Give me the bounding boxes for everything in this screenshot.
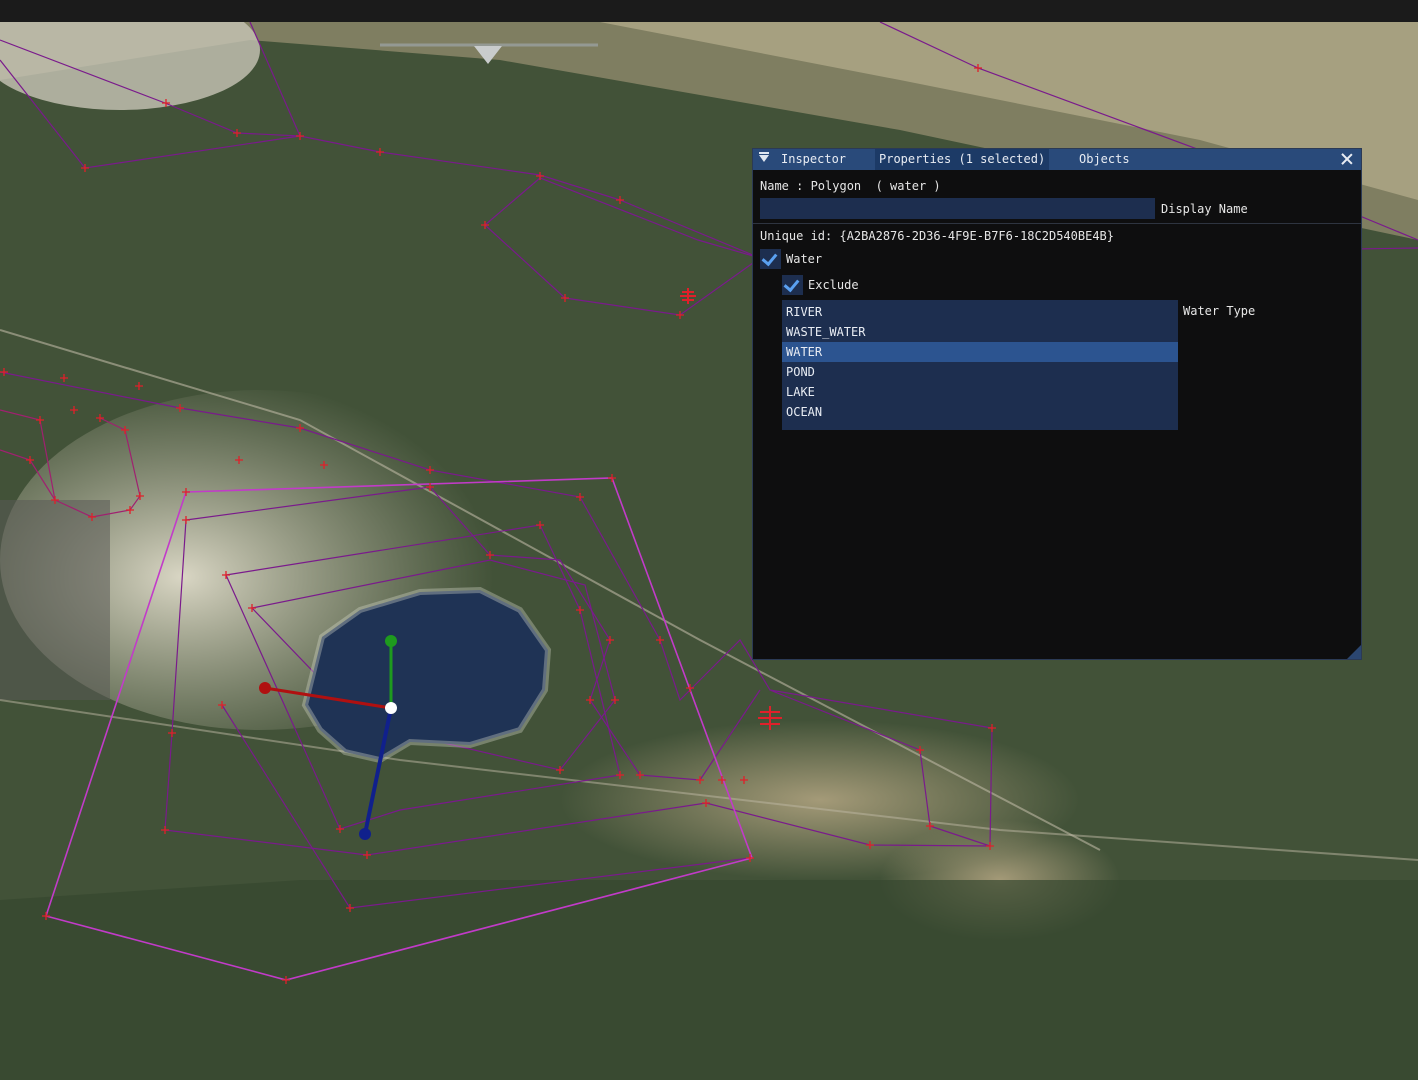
- water-type-listbox[interactable]: RIVER WASTE_WATER WATER POND LAKE OCEAN: [782, 300, 1178, 430]
- list-item-ocean[interactable]: OCEAN: [782, 402, 1178, 422]
- terrain-town: [0, 500, 110, 700]
- gizmo-z-handle[interactable]: [359, 828, 371, 840]
- list-item-pond[interactable]: POND: [782, 362, 1178, 382]
- object-name-label: Name : Polygon ( water ): [760, 179, 941, 193]
- water-checkbox-label: Water: [786, 252, 823, 266]
- tab-objects[interactable]: Objects: [1075, 149, 1134, 170]
- water-checkbox[interactable]: [760, 249, 781, 269]
- checkmark-icon: [761, 249, 778, 267]
- panel-title-bar: Inspector Properties (1 selected) Object…: [753, 149, 1361, 170]
- water-type-label: Water Type: [1183, 304, 1256, 318]
- divider: [753, 223, 1361, 224]
- exclude-checkbox[interactable]: [782, 275, 803, 295]
- close-icon[interactable]: [1339, 151, 1355, 167]
- tab-properties[interactable]: Properties (1 selected): [875, 149, 1050, 170]
- properties-panel: Inspector Properties (1 selected) Object…: [752, 148, 1362, 660]
- display-name-label: Display Name: [1161, 202, 1248, 216]
- gizmo-y-handle[interactable]: [385, 635, 397, 647]
- unique-id-label: Unique id: {A2BA2876-2D36-4F9E-B7F6-18C2…: [760, 229, 1115, 243]
- list-item-water[interactable]: WATER: [782, 342, 1178, 362]
- collapse-triangle-icon[interactable]: [759, 152, 769, 162]
- display-name-input[interactable]: [760, 198, 1155, 219]
- list-item-river[interactable]: RIVER: [782, 302, 1178, 322]
- exclude-checkbox-label: Exclude: [808, 278, 859, 292]
- resize-grip-icon[interactable]: [1347, 645, 1361, 659]
- list-item-waste-water[interactable]: WASTE_WATER: [782, 322, 1178, 342]
- top-bar: [0, 0, 1418, 22]
- list-item-lake[interactable]: LAKE: [782, 382, 1178, 402]
- tab-inspector[interactable]: Inspector: [777, 149, 850, 170]
- terrain-forest: [0, 880, 1418, 1080]
- checkmark-icon: [783, 275, 800, 293]
- gizmo-center[interactable]: [385, 702, 397, 714]
- gizmo-x-handle[interactable]: [259, 682, 271, 694]
